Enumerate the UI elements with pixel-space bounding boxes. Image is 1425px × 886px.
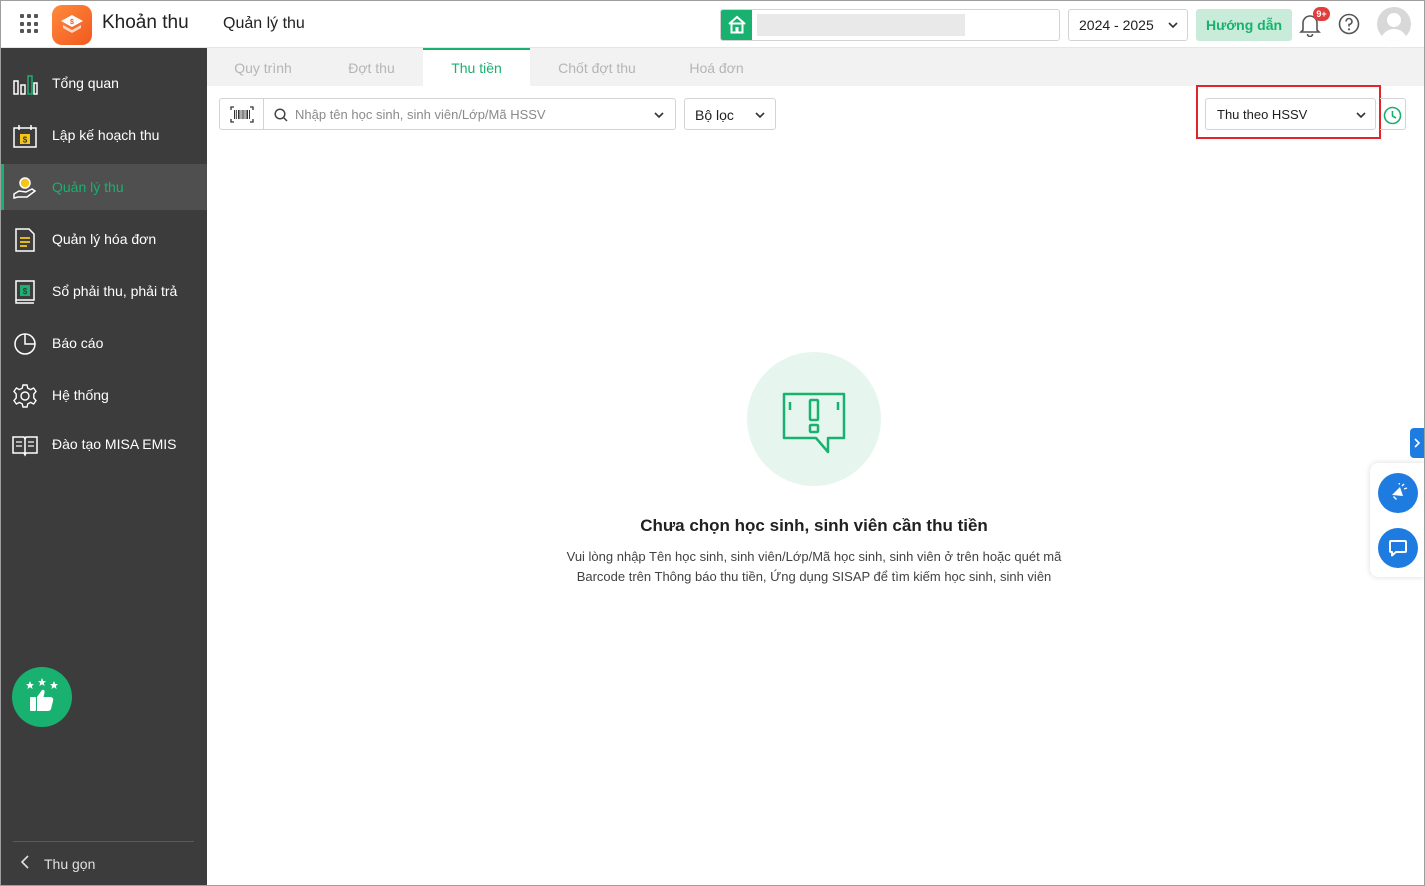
app-window: $ Khoản thu Quản lý thu 2024 - 2025 Hướn… (0, 0, 1425, 886)
guide-button[interactable]: Hướng dẫn (1196, 9, 1292, 41)
sidebar-item-tong-quan[interactable]: Tổng quan (1, 60, 207, 106)
warning-message-icon (782, 392, 846, 454)
sidebar-item-bao-cao[interactable]: Báo cáo (1, 320, 207, 366)
sidebar-item-label: Hệ thống (52, 387, 109, 403)
chart-bars-icon (13, 75, 38, 95)
school-year-select[interactable]: 2024 - 2025 (1068, 9, 1188, 41)
collection-mode-value: Thu theo HSSV (1217, 107, 1308, 122)
school-icon (721, 10, 752, 40)
barcode-icon (230, 106, 254, 123)
empty-state-illustration (747, 352, 881, 486)
megaphone-icon (1392, 483, 1408, 500)
school-selector[interactable] (720, 9, 1060, 41)
notification-badge: 9+ (1313, 7, 1330, 21)
student-search-box (263, 98, 676, 130)
collapse-sidebar-button[interactable]: Thu gọn (19, 854, 95, 873)
chevron-down-icon (1168, 22, 1178, 29)
empty-state-title: Chưa chọn học sinh, sinh viên cần thu ti… (640, 516, 988, 535)
empty-state-description: Vui lòng nhập Tên học sinh, sinh viên/Lớ… (541, 547, 1087, 587)
tab-chot-dot-thu[interactable]: Chốt đợt thu (537, 48, 657, 86)
expand-side-panel-button[interactable] (1410, 428, 1424, 458)
school-year-value: 2024 - 2025 (1079, 17, 1154, 33)
barcode-scan-button[interactable] (219, 98, 264, 130)
sidebar-item-label: Quản lý thu (52, 179, 124, 195)
collection-mode-select[interactable]: Thu theo HSSV (1205, 98, 1376, 130)
gear-icon (13, 384, 37, 408)
chevron-down-icon (1356, 112, 1366, 119)
sidebar: Tổng quan $ Lập kế hoạch thu Quản lý thu (1, 48, 207, 885)
sidebar-item-label: Báo cáo (52, 335, 104, 351)
user-avatar[interactable] (1377, 7, 1411, 41)
ledger-book-icon: $ (15, 280, 35, 304)
announcement-button[interactable] (1378, 473, 1418, 513)
empty-state-desc-line: Vui lòng nhập Tên học sinh, sinh viên/Lớ… (566, 549, 1062, 564)
sidebar-item-label: Quản lý hóa đơn (52, 231, 157, 247)
svg-text:$: $ (70, 19, 74, 26)
chevron-left-icon (20, 855, 29, 869)
tab-dot-thu[interactable]: Đợt thu (319, 48, 424, 86)
collapse-label: Thu gọn (44, 856, 96, 872)
rate-app-button[interactable] (12, 667, 72, 727)
empty-state-desc-line: Barcode trên Thông báo thu tiền, Ứng dụn… (576, 569, 1052, 584)
chevron-right-icon (1414, 438, 1421, 448)
open-book-icon (12, 436, 38, 457)
floating-action-panel (1370, 463, 1424, 577)
help-icon[interactable] (1338, 13, 1360, 35)
sidebar-item-dao-tao[interactable]: Đào tạo MISA EMIS (1, 421, 207, 467)
calendar-dollar-icon: $ (13, 125, 37, 148)
sidebar-item-quan-ly-hoa-don[interactable]: Quản lý hóa đơn (1, 216, 207, 262)
chevron-down-icon (755, 112, 765, 119)
sidebar-divider (13, 841, 194, 842)
thumbs-up-stars-icon (26, 678, 58, 711)
filter-dropdown[interactable]: Bộ lọc (684, 98, 776, 130)
pie-chart-icon (14, 333, 36, 355)
student-search-input[interactable] (295, 104, 635, 124)
filter-label: Bộ lọc (695, 107, 734, 123)
svg-text:$: $ (23, 287, 28, 296)
chat-button[interactable] (1378, 528, 1418, 568)
sidebar-item-label: Đào tạo MISA EMIS (52, 436, 177, 452)
sidebar-item-label: Tổng quan (52, 75, 119, 91)
sidebar-item-lap-ke-hoach-thu[interactable]: $ Lập kế hoạch thu (1, 112, 207, 158)
sidebar-item-so-phai-thu[interactable]: $ Sổ phải thu, phải trả (1, 268, 207, 314)
top-header: $ Khoản thu Quản lý thu 2024 - 2025 Hướn… (1, 1, 1424, 48)
sidebar-item-label: Sổ phải thu, phải trả (52, 283, 178, 299)
sidebar-item-quan-ly-thu[interactable]: Quản lý thu (1, 164, 207, 210)
school-name-redacted (757, 14, 965, 36)
app-logo: $ (52, 5, 92, 45)
tab-quy-trinh[interactable]: Quy trình (207, 48, 319, 86)
history-button[interactable] (1380, 98, 1406, 130)
app-title: Khoản thu (102, 12, 189, 33)
clock-icon (1383, 106, 1402, 125)
sidebar-item-he-thong[interactable]: Hệ thống (1, 372, 207, 418)
svg-text:$: $ (23, 136, 28, 145)
tab-hoa-don[interactable]: Hoá đơn (669, 48, 764, 86)
search-icon (274, 108, 288, 122)
tabs-bar: Quy trình Đợt thu Thu tiền Chốt đợt thu … (207, 48, 1424, 86)
document-icon (15, 228, 35, 252)
app-grid-icon[interactable] (20, 14, 40, 34)
hand-coin-icon (13, 177, 37, 199)
chat-icon (1389, 540, 1407, 557)
sidebar-item-label: Lập kế hoạch thu (52, 127, 160, 143)
chevron-down-icon[interactable] (653, 110, 665, 120)
tab-thu-tien[interactable]: Thu tiền (423, 48, 530, 86)
module-title: Quản lý thu (223, 15, 305, 32)
